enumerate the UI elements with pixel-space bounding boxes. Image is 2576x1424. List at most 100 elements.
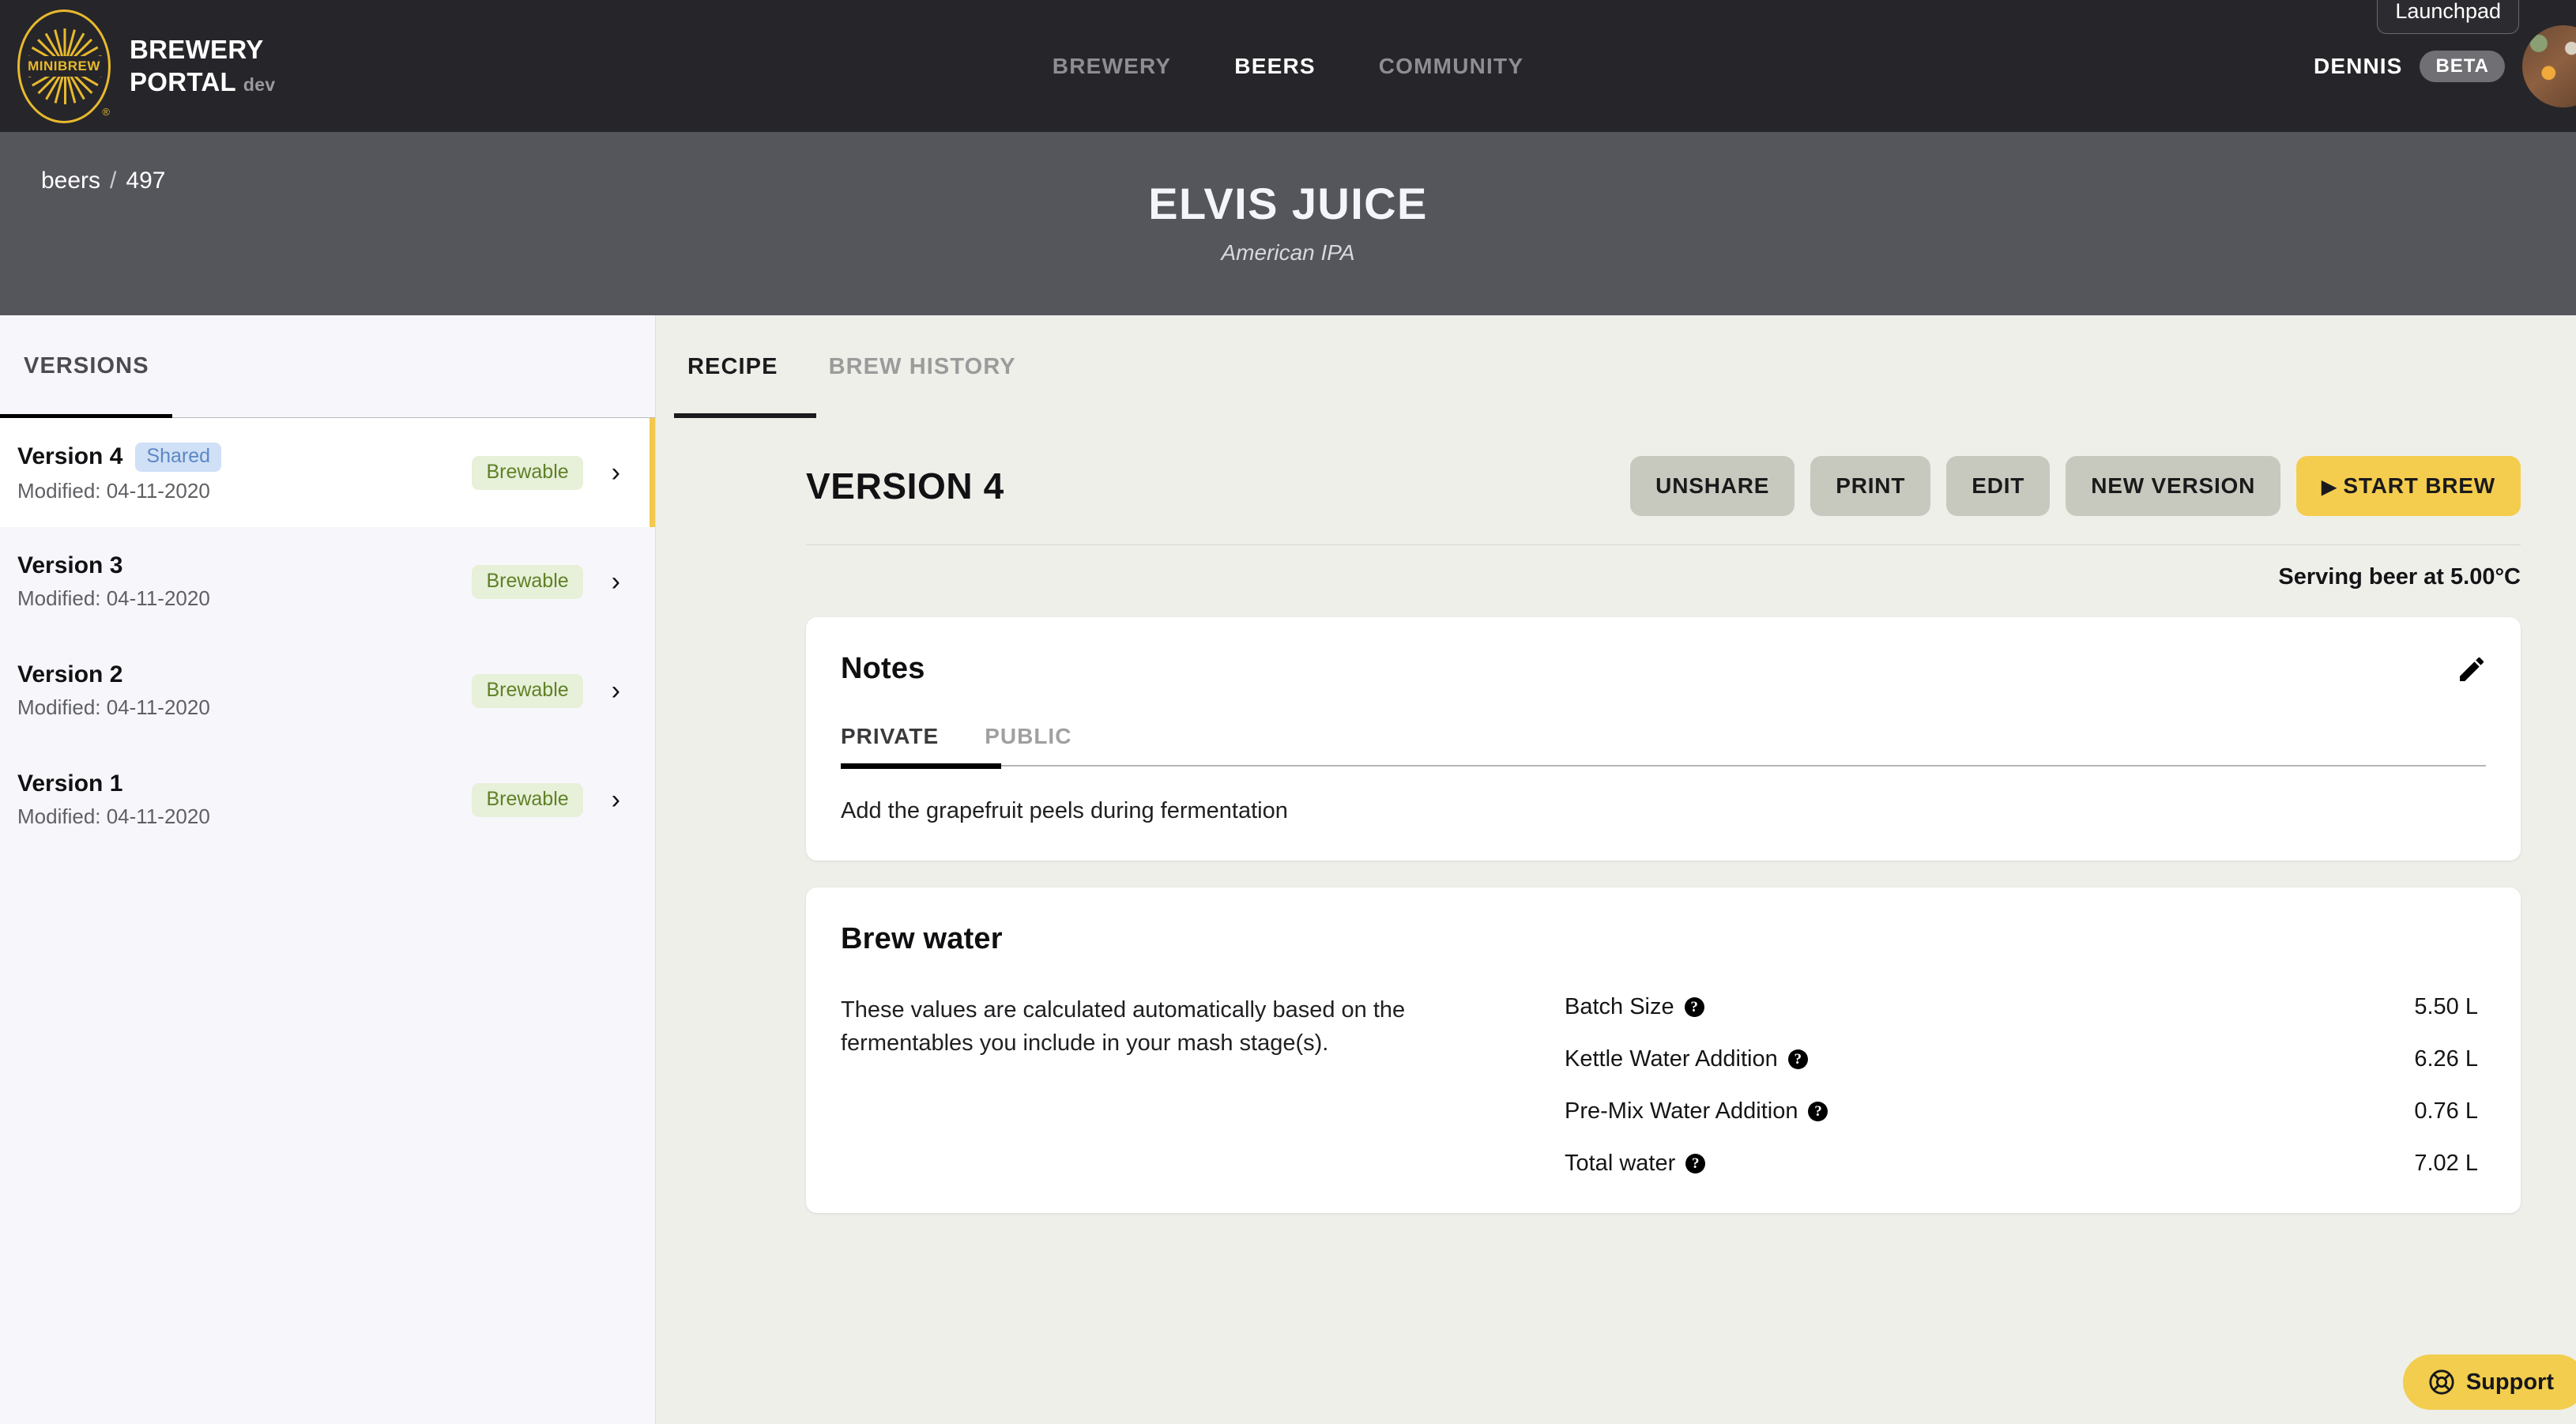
version-modified-date: Modified: 04-11-2020 (17, 586, 210, 610)
status-badge: Brewable (472, 455, 583, 490)
notes-card: Notes PRIVATE PUBLIC Add the grapefruit … (806, 617, 2521, 861)
beta-badge: BETA (2420, 50, 2505, 82)
support-label: Support (2465, 1369, 2554, 1395)
version-list-item-3[interactable]: Version 3 Modified: 04-11-2020 Brewable … (0, 527, 655, 636)
version-action-buttons: UNSHARE PRINT EDIT NEW VERSION ▶ START BR… (1630, 456, 2521, 516)
version-heading: VERSION 4 (806, 465, 1004, 507)
brew-water-card-title: Brew water (841, 922, 1003, 955)
version-modified-date: Modified: 04-11-2020 (17, 695, 210, 719)
brew-water-label: Pre-Mix Water Addition ? (1565, 1098, 1828, 1125)
version-modified-date: Modified: 04-11-2020 (17, 478, 210, 503)
version-list: Version 4 Shared Modified: 04-11-2020 Br… (0, 418, 655, 854)
start-brew-button[interactable]: ▶ START BREW (2296, 456, 2521, 516)
version-info: Version 3 Modified: 04-11-2020 (17, 552, 472, 611)
tab-recipe-underline (674, 413, 816, 418)
version-title-row: Version 2 (17, 661, 472, 688)
version-info: Version 4 Shared Modified: 04-11-2020 (17, 442, 472, 503)
version-info: Version 2 Modified: 04-11-2020 (17, 661, 472, 720)
brew-water-label-text: Kettle Water Addition (1565, 1046, 1778, 1072)
beer-style-label: American IPA (1221, 240, 1355, 265)
help-icon[interactable]: ? (1808, 1102, 1828, 1121)
tab-notes-public[interactable]: PUBLIC (985, 724, 1071, 749)
shared-badge: Shared (135, 442, 222, 472)
brew-water-label: Total water ? (1565, 1151, 1706, 1177)
brew-water-label-text: Pre-Mix Water Addition (1565, 1098, 1798, 1124)
version-name: Version 3 (17, 552, 123, 578)
avatar[interactable] (2522, 24, 2576, 107)
top-navigation-bar: MINIBREW ® BREWERY PORTAL dev BREWERY BE… (0, 0, 2576, 132)
version-name: Version 1 (17, 770, 123, 797)
brew-water-row-pre-mix-water-addition: Pre-Mix Water Addition ? 0.76 L (1565, 1098, 2478, 1125)
help-icon[interactable]: ? (1685, 1154, 1706, 1173)
logo-wordmark: MINIBREW (24, 55, 104, 77)
tab-recipe[interactable]: RECIPE (687, 354, 778, 380)
start-brew-label: START BREW (2343, 473, 2495, 498)
tab-versions[interactable]: VERSIONS (24, 353, 149, 379)
brew-water-stats-table: Batch Size ? 5.50 L Kettle Water Additio… (1565, 994, 2478, 1177)
new-version-button[interactable]: NEW VERSION (2066, 456, 2281, 516)
version-header-row: VERSION 4 UNSHARE PRINT EDIT NEW VERSION… (656, 418, 2576, 516)
status-badge: Brewable (472, 782, 583, 817)
recipe-tabbar: RECIPE BREW HISTORY (656, 315, 2576, 418)
chevron-right-icon[interactable]: › (612, 568, 620, 595)
version-list-item-2[interactable]: Version 2 Modified: 04-11-2020 Brewable … (0, 636, 655, 745)
chevron-right-icon[interactable]: › (612, 677, 620, 704)
print-button[interactable]: PRINT (1810, 456, 1931, 516)
user-menu-area: Launchpad DENNIS BETA (2314, 0, 2576, 132)
version-title-row: Version 1 (17, 770, 472, 797)
brew-water-label: Batch Size ? (1565, 994, 1704, 1020)
main-nav-links: BREWERY BEERS COMMUNITY (0, 0, 2576, 132)
versions-sidebar: VERSIONS Version 4 Shared Modified: 04-1… (0, 315, 656, 1424)
version-list-item-4[interactable]: Version 4 Shared Modified: 04-11-2020 Br… (0, 418, 655, 527)
tab-notes-private-underline (841, 763, 1001, 769)
help-icon[interactable]: ? (1787, 1049, 1808, 1069)
version-title-row: Version 4 Shared (17, 442, 472, 472)
nav-item-community[interactable]: COMMUNITY (1379, 54, 1523, 79)
brew-water-row-total-water: Total water ? 7.02 L (1565, 1151, 2478, 1177)
launchpad-tooltip: Launchpad (2377, 0, 2519, 34)
brew-water-card: Brew water These values are calculated a… (806, 887, 2521, 1213)
status-badge: Brewable (472, 564, 583, 599)
brew-water-label: Kettle Water Addition ? (1565, 1046, 1808, 1072)
lifebuoy-icon (2429, 1369, 2454, 1395)
play-icon: ▶ (2322, 477, 2337, 498)
tab-brew-history[interactable]: BREW HISTORY (829, 354, 1016, 380)
help-icon[interactable]: ? (1684, 997, 1704, 1017)
notes-tabbar: PRIVATE PUBLIC (841, 724, 2486, 769)
version-title-row: Version 3 (17, 552, 472, 579)
versions-tabbar: VERSIONS (0, 315, 655, 419)
brew-water-row-kettle-water-addition: Kettle Water Addition ? 6.26 L (1565, 1046, 2478, 1072)
user-name-label[interactable]: DENNIS (2314, 54, 2402, 79)
brew-water-value: 0.76 L (2414, 1098, 2478, 1124)
page-subheader: beers / 497 ELVIS JUICE American IPA BEE… (0, 132, 2576, 387)
brew-water-value: 7.02 L (2414, 1151, 2478, 1176)
brew-water-label-text: Total water (1565, 1151, 1676, 1176)
chevron-right-icon[interactable]: › (612, 459, 620, 486)
beer-title-block: ELVIS JUICE American IPA (0, 132, 2576, 315)
version-name: Version 4 (17, 443, 123, 469)
brew-water-row-batch-size: Batch Size ? 5.50 L (1565, 994, 2478, 1020)
serving-temperature-label: Serving beer at 5.00°C (2278, 564, 2521, 590)
brew-water-description: These values are calculated automaticall… (841, 997, 1406, 1056)
version-list-item-1[interactable]: Version 1 Modified: 04-11-2020 Brewable … (0, 745, 655, 854)
nav-item-brewery[interactable]: BREWERY (1053, 54, 1171, 79)
edit-notes-pencil-icon[interactable] (2454, 652, 2489, 687)
page-title: ELVIS JUICE (1148, 179, 1428, 228)
brew-water-value: 6.26 L (2414, 1046, 2478, 1072)
nav-item-beers[interactable]: BEERS (1234, 54, 1315, 79)
notes-body-text: Add the grapefruit peels during fermenta… (841, 798, 1288, 823)
main-content-panel: RECIPE BREW HISTORY VERSION 4 UNSHARE PR… (656, 315, 2576, 1424)
brew-water-label-text: Batch Size (1565, 994, 1674, 1019)
edit-button[interactable]: EDIT (1946, 456, 2051, 516)
brew-water-value: 5.50 L (2414, 994, 2478, 1019)
support-button[interactable]: Support (2402, 1354, 2576, 1410)
version-info: Version 1 Modified: 04-11-2020 (17, 770, 472, 829)
notes-card-title: Notes (841, 652, 925, 685)
tab-notes-private[interactable]: PRIVATE (841, 724, 939, 749)
brew-water-content: These values are calculated automaticall… (841, 994, 2486, 1177)
status-badge: Brewable (472, 673, 583, 708)
version-name: Version 2 (17, 661, 123, 688)
version-modified-date: Modified: 04-11-2020 (17, 804, 210, 828)
unshare-button[interactable]: UNSHARE (1630, 456, 1795, 516)
chevron-right-icon[interactable]: › (612, 786, 620, 813)
